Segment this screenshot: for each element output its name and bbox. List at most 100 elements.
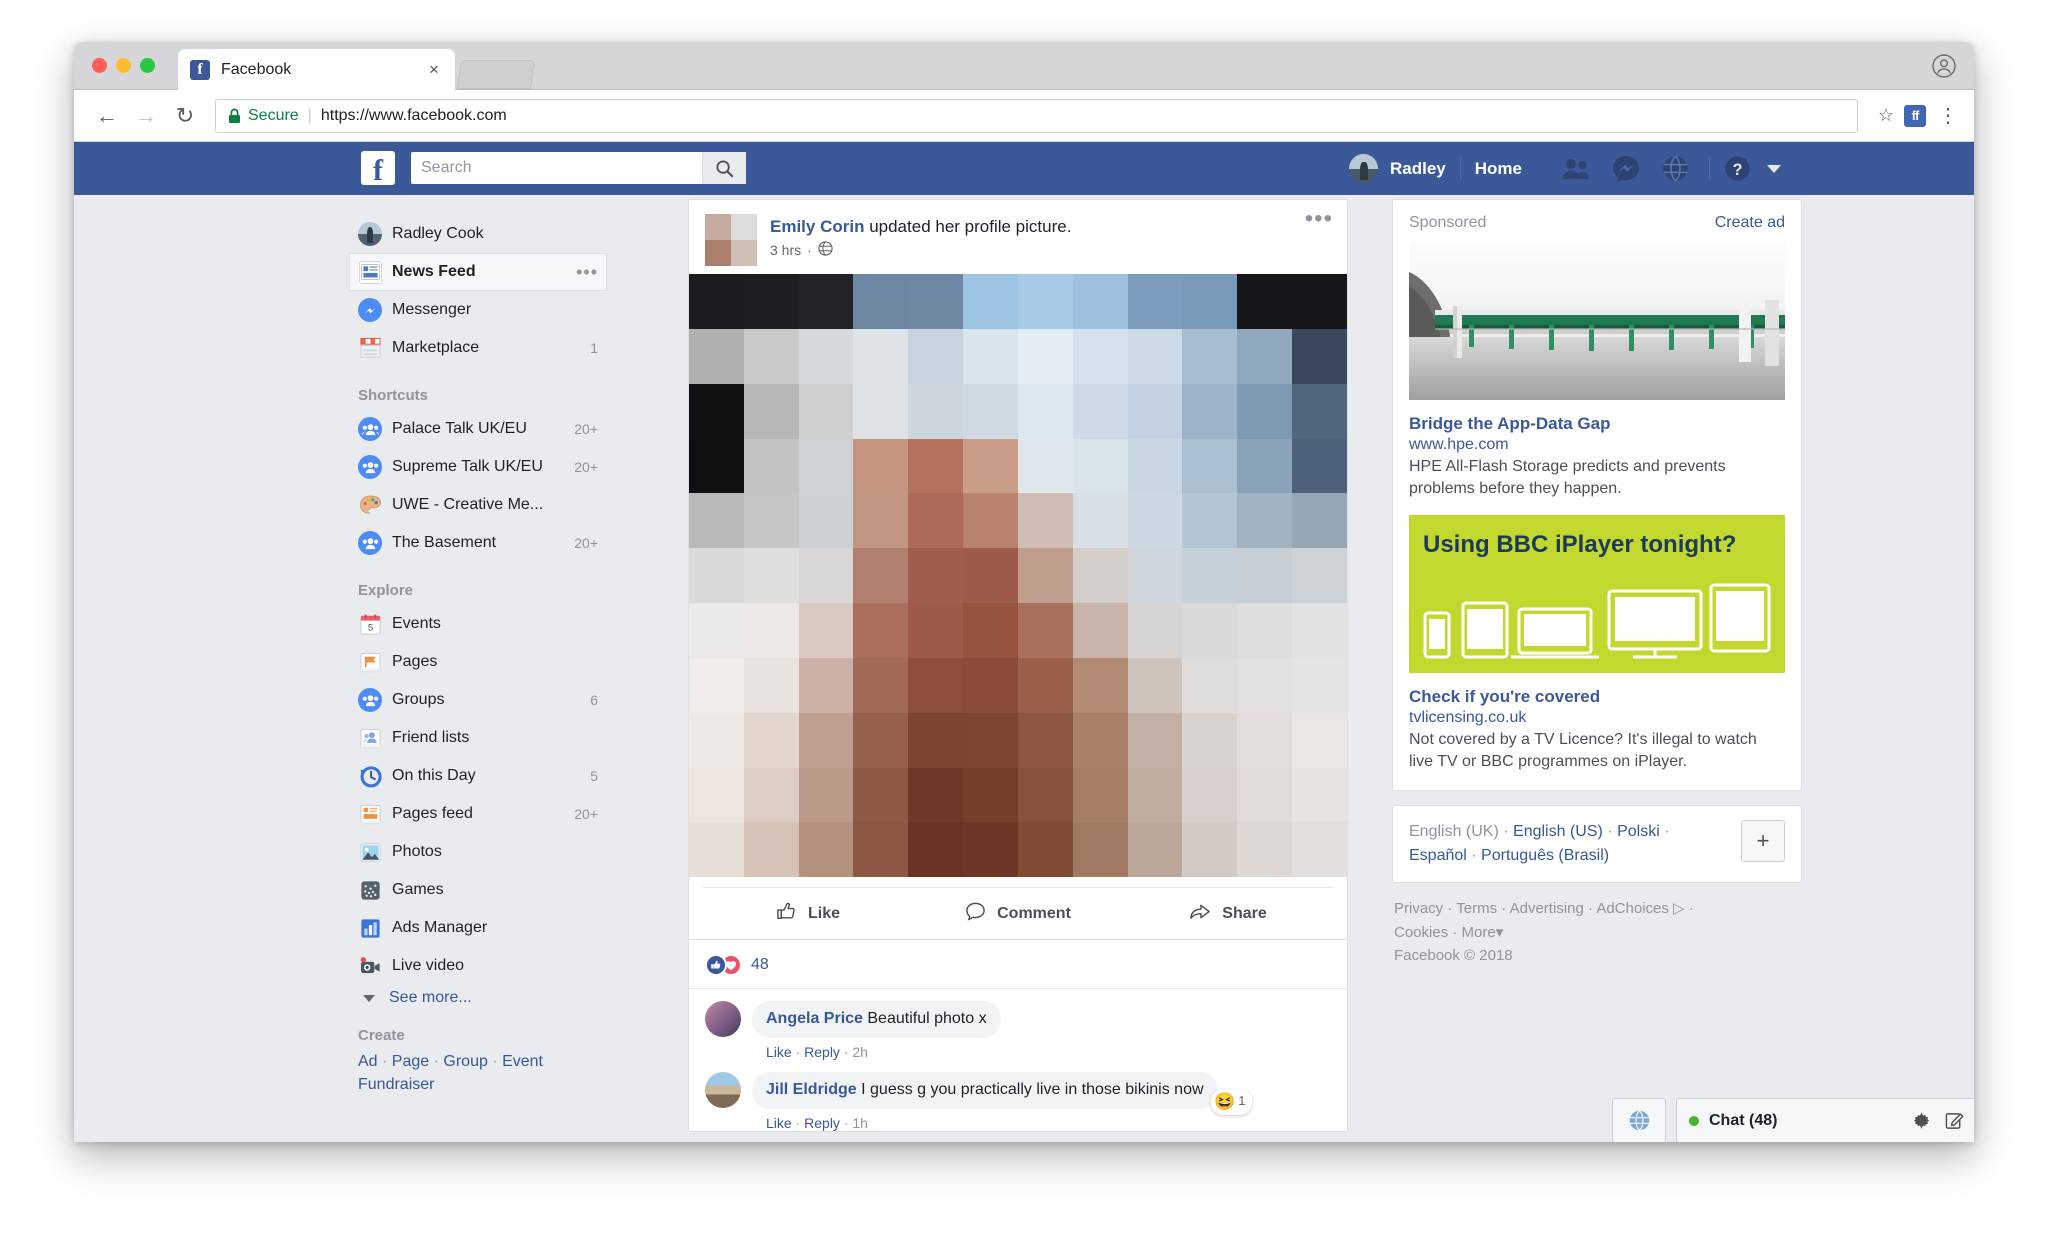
more-caret-icon[interactable]: ▾ xyxy=(1496,924,1504,941)
cookies-link[interactable]: Cookies xyxy=(1394,924,1448,941)
ad-url: tvlicensing.co.uk xyxy=(1409,709,1527,727)
news-feed-options-icon[interactable]: ••• xyxy=(576,263,598,281)
facebook-logo-icon[interactable]: f xyxy=(361,151,395,185)
post-author-avatar[interactable] xyxy=(705,214,757,266)
create-group-link[interactable]: Group xyxy=(443,1053,487,1070)
browser-profile-icon[interactable] xyxy=(1932,54,1956,78)
create-ad-link[interactable]: Ad xyxy=(358,1053,378,1070)
reaction-count[interactable]: 48 xyxy=(751,956,769,974)
close-window-button[interactable] xyxy=(92,58,107,73)
create-ad-link[interactable]: Create ad xyxy=(1715,214,1785,232)
search-input[interactable] xyxy=(411,159,702,177)
adchoices-link[interactable]: AdChoices xyxy=(1596,900,1669,917)
sidebar-item-profile[interactable]: Radley Cook xyxy=(349,215,607,253)
like-button[interactable]: Like xyxy=(703,888,913,939)
photo-pixel xyxy=(743,767,799,823)
search-icon[interactable] xyxy=(702,152,746,184)
sidebar-item-supreme-talk[interactable]: Supreme Talk UK/EU 20+ xyxy=(349,448,607,486)
browser-tab[interactable]: f Facebook × xyxy=(178,49,455,90)
sidebar-item-games[interactable]: Games xyxy=(349,871,607,909)
sidebar-item-messenger[interactable]: Messenger xyxy=(349,291,607,329)
maximize-window-button[interactable] xyxy=(140,58,155,73)
help-icon[interactable]: ? xyxy=(1724,155,1751,182)
gear-icon[interactable] xyxy=(1912,1111,1931,1130)
topbar-avatar[interactable] xyxy=(1349,154,1378,183)
photo-pixel xyxy=(908,603,964,658)
search-box[interactable] xyxy=(411,152,746,184)
create-event-link[interactable]: Event xyxy=(502,1053,543,1070)
sidebar-item-marketplace[interactable]: Marketplace 1 xyxy=(349,329,607,367)
sidebar-item-pages-feed[interactable]: Pages feed 20+ xyxy=(349,795,607,833)
add-language-button[interactable]: + xyxy=(1741,820,1785,863)
account-caret-icon[interactable] xyxy=(1766,164,1781,173)
sidebar-item-friend-lists[interactable]: Friend lists xyxy=(349,719,607,757)
comment-like-link[interactable]: Like xyxy=(766,1044,792,1060)
sidebar-item-groups[interactable]: Groups 6 xyxy=(349,681,607,719)
language-espanol[interactable]: Español xyxy=(1409,847,1467,864)
comment-button[interactable]: Comment xyxy=(913,888,1123,939)
avatar[interactable] xyxy=(705,1072,741,1109)
chat-panel-toggle[interactable]: Chat (48) xyxy=(1676,1098,1974,1142)
browser-menu-icon[interactable]: ⋮ xyxy=(1938,106,1958,126)
terms-link[interactable]: Terms xyxy=(1456,900,1497,917)
sidebar-label: Events xyxy=(392,615,441,632)
extension-icon[interactable]: ff xyxy=(1904,104,1926,127)
sidebar-item-palace-talk[interactable]: Palace Talk UK/EU 20+ xyxy=(349,410,607,448)
sidebar-item-ads-manager[interactable]: Ads Manager xyxy=(349,909,607,947)
share-button[interactable]: Share xyxy=(1123,888,1333,939)
comment-body: Jill Eldridge I guess g you practically … xyxy=(752,1072,1252,1131)
post-timestamp[interactable]: 3 hrs xyxy=(770,242,801,258)
minimize-window-button[interactable] xyxy=(116,58,131,73)
home-link[interactable]: Home xyxy=(1475,159,1522,179)
post-author-name[interactable]: Emily Corin xyxy=(770,217,864,236)
create-fundraiser-link[interactable]: Fundraiser xyxy=(358,1076,434,1093)
sidebar-item-pages[interactable]: Pages xyxy=(349,643,607,681)
photo-pixel xyxy=(908,493,964,549)
comment-reaction-chip[interactable]: 😆 1 xyxy=(1211,1088,1252,1115)
post-options-icon[interactable]: ••• xyxy=(1305,207,1333,230)
see-more-button[interactable]: See more... xyxy=(349,985,607,1007)
ad-title[interactable]: Bridge the App-Data Gap xyxy=(1409,414,1785,434)
sidebar-item-events[interactable]: 5 Events xyxy=(349,605,607,643)
new-tab-button[interactable] xyxy=(456,60,536,89)
ad-title[interactable]: Check if you're covered xyxy=(1409,687,1785,707)
ad-image-bridge[interactable] xyxy=(1409,242,1785,400)
url-omnibox[interactable]: Secure | https://www.facebook.com xyxy=(215,98,1858,133)
comment-author[interactable]: Jill Eldridge xyxy=(766,1081,857,1098)
sidebar-item-on-this-day[interactable]: On this Day 5 xyxy=(349,757,607,795)
globe-icon[interactable] xyxy=(1612,1098,1666,1142)
globe-privacy-icon[interactable] xyxy=(818,241,833,259)
sidebar-item-news-feed[interactable]: News Feed ••• xyxy=(349,253,607,291)
sidebar-item-the-basement[interactable]: The Basement 20+ xyxy=(349,524,607,562)
back-button[interactable]: ← xyxy=(90,99,124,133)
forward-button[interactable]: → xyxy=(129,99,163,133)
comment-like-link[interactable]: Like xyxy=(766,1115,792,1131)
sidebar-item-live-video[interactable]: Live video xyxy=(349,947,607,985)
language-portugues[interactable]: Português (Brasil) xyxy=(1481,847,1609,864)
advertising-link[interactable]: Advertising xyxy=(1510,900,1584,917)
ad-image-bbc-iplayer[interactable]: Using BBC iPlayer tonight? xyxy=(1409,515,1785,674)
friend-requests-icon[interactable] xyxy=(1562,158,1590,180)
comment-reply-link[interactable]: Reply xyxy=(804,1044,840,1060)
bookmark-star-icon[interactable]: ☆ xyxy=(1878,105,1894,126)
notifications-globe-icon[interactable] xyxy=(1662,155,1689,182)
messenger-icon[interactable] xyxy=(1612,155,1640,183)
post-photo[interactable] xyxy=(689,274,1347,878)
language-polski[interactable]: Polski xyxy=(1617,823,1660,840)
reactions-row[interactable]: 48 xyxy=(689,940,1347,990)
comment-reply-link[interactable]: Reply xyxy=(804,1115,840,1131)
avatar[interactable] xyxy=(705,1001,741,1038)
sidebar-item-uwe-creative[interactable]: UWE - Creative Me... xyxy=(349,486,607,524)
sidebar-item-photos[interactable]: Photos xyxy=(349,833,607,871)
comment-author[interactable]: Angela Price xyxy=(766,1010,863,1027)
photo-pixel xyxy=(743,438,799,494)
reload-button[interactable]: ↻ xyxy=(168,99,202,133)
more-link[interactable]: More xyxy=(1462,924,1496,941)
privacy-link[interactable]: Privacy xyxy=(1394,900,1443,917)
language-en-us[interactable]: English (US) xyxy=(1513,823,1603,840)
create-page-link[interactable]: Page xyxy=(392,1053,429,1070)
topbar-username[interactable]: Radley xyxy=(1390,159,1446,179)
compose-icon[interactable] xyxy=(1945,1111,1964,1130)
photo-pixel xyxy=(1017,548,1073,604)
close-tab-icon[interactable]: × xyxy=(425,61,443,78)
